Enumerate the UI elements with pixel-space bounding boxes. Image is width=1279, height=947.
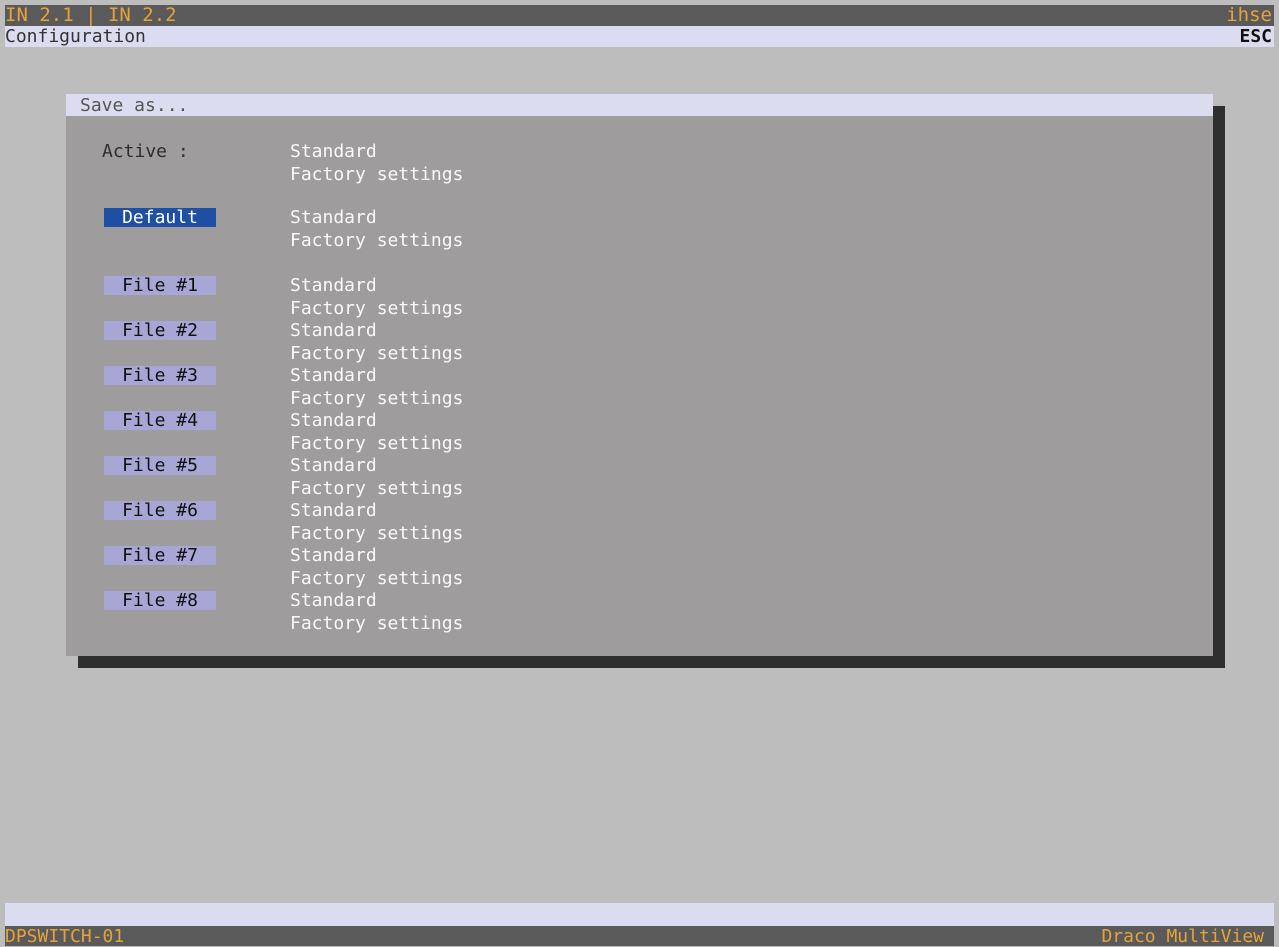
- menu-title: Configuration: [5, 26, 146, 47]
- default-description: Factory settings: [290, 230, 464, 251]
- default-button[interactable]: Default: [104, 208, 216, 228]
- file-6-button[interactable]: File #6: [104, 501, 216, 521]
- file-4-value: Standard: [290, 410, 377, 431]
- esc-button[interactable]: ESC: [1239, 26, 1272, 47]
- footer-bar: DPSWITCH-01 Draco MultiView: [5, 926, 1274, 947]
- device-name: DPSWITCH-01: [5, 926, 125, 947]
- file-3-button[interactable]: File #3: [104, 366, 216, 386]
- file-2-value: Standard: [290, 320, 377, 341]
- file-1-value: Standard: [290, 275, 377, 296]
- active-description: Factory settings: [290, 164, 464, 185]
- file-2-button[interactable]: File #2: [104, 321, 216, 341]
- active-label: Active :: [102, 141, 189, 162]
- file-2-description: Factory settings: [290, 343, 464, 364]
- subheader-bar: Configuration ESC: [5, 26, 1274, 47]
- file-3-value: Standard: [290, 365, 377, 386]
- file-1-description: Factory settings: [290, 298, 464, 319]
- file-1-button[interactable]: File #1: [104, 276, 216, 296]
- file-6-description: Factory settings: [290, 523, 464, 544]
- status-bar: [5, 903, 1274, 926]
- file-8-description: Factory settings: [290, 613, 464, 634]
- dialog-title: Save as...: [80, 95, 189, 116]
- header-bar: IN 2.1 | IN 2.2 ihse: [5, 5, 1274, 26]
- file-4-button[interactable]: File #4: [104, 411, 216, 431]
- file-4-description: Factory settings: [290, 433, 464, 454]
- product-name: Draco MultiView: [1101, 926, 1264, 947]
- default-value: Standard: [290, 207, 377, 228]
- input-title: IN 2.1 | IN 2.2: [5, 4, 177, 26]
- file-8-button[interactable]: File #8: [104, 591, 216, 611]
- file-6-value: Standard: [290, 500, 377, 521]
- file-7-description: Factory settings: [290, 568, 464, 589]
- file-7-button[interactable]: File #7: [104, 546, 216, 566]
- file-7-value: Standard: [290, 545, 377, 566]
- active-value: Standard: [290, 141, 377, 162]
- file-3-description: Factory settings: [290, 388, 464, 409]
- file-5-button[interactable]: File #5: [104, 456, 216, 476]
- file-8-value: Standard: [290, 590, 377, 611]
- dialog-title-bar: Save as...: [66, 94, 1213, 116]
- save-as-dialog: Save as... Active : Standard Factory set…: [66, 94, 1213, 656]
- file-5-value: Standard: [290, 455, 377, 476]
- brand-label: ihse: [1226, 4, 1272, 26]
- file-5-description: Factory settings: [290, 478, 464, 499]
